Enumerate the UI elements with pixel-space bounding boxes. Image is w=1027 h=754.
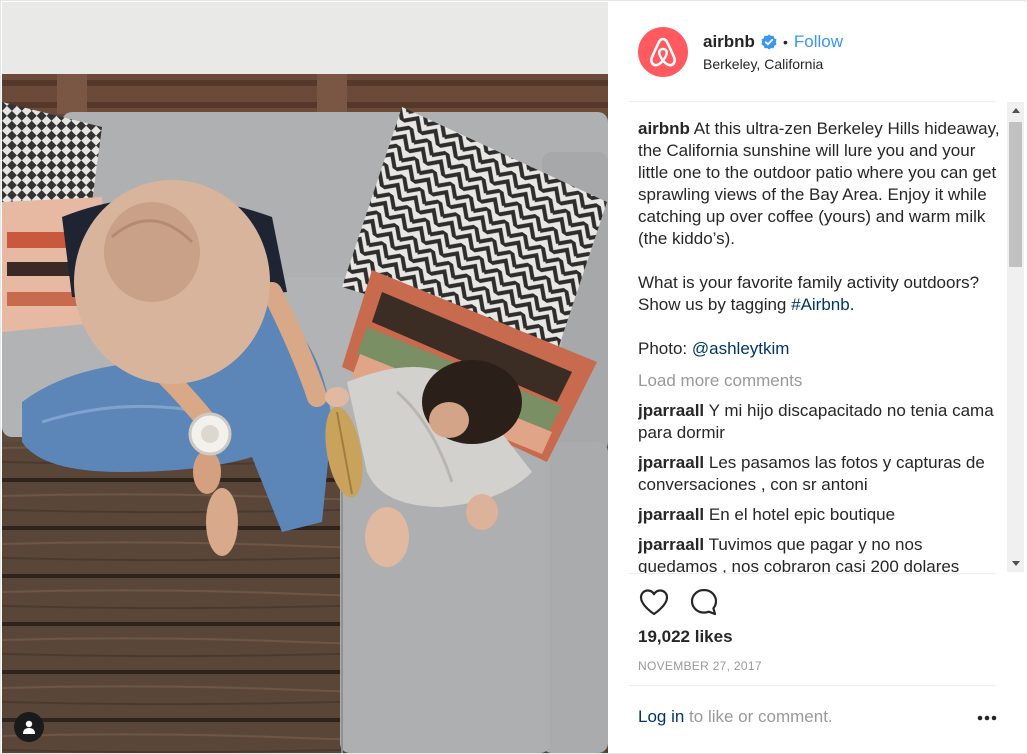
- comment-item: jparraall Les pasamos las fotos y captur…: [638, 452, 1000, 496]
- comments-list[interactable]: airbnb At this ultra-zen Berkeley Hills …: [638, 118, 1000, 574]
- follow-button[interactable]: Follow: [794, 32, 843, 52]
- photo-credit-link[interactable]: @ashleytkim: [692, 339, 790, 358]
- post-modal: airbnb • Follow Berkeley, California air…: [0, 0, 1027, 754]
- comment-username[interactable]: jparraall: [638, 453, 704, 472]
- post-photo[interactable]: [2, 2, 608, 753]
- comment-username[interactable]: jparraall: [638, 535, 704, 554]
- actions-divider: [628, 573, 995, 574]
- scrollbar-thumb[interactable]: [1009, 122, 1022, 267]
- comment-item: jparraall En el hotel epic boutique: [638, 504, 1000, 526]
- header-divider: [628, 101, 995, 102]
- load-more-comments-button[interactable]: Load more comments: [638, 370, 1000, 392]
- header-username[interactable]: airbnb: [703, 32, 755, 52]
- comment-username[interactable]: jparraall: [638, 505, 704, 524]
- comment-item: jparraall Tuvimos que pagar y no nos que…: [638, 534, 1000, 574]
- caption-period: .: [849, 295, 855, 314]
- post-location[interactable]: Berkeley, California: [703, 56, 823, 72]
- caption-text: At this ultra-zen Berkeley Hills hideawa…: [638, 119, 1000, 248]
- post-details-panel: airbnb • Follow Berkeley, California air…: [608, 2, 1027, 753]
- user-tag-icon[interactable]: [14, 712, 44, 742]
- photo-credit-label: Photo:: [638, 339, 692, 358]
- verified-badge-icon: [761, 34, 777, 50]
- airbnb-logo-icon[interactable]: [638, 27, 688, 77]
- photo-illustration: [2, 2, 608, 753]
- heart-icon[interactable]: [638, 586, 670, 618]
- caption-username[interactable]: airbnb: [638, 119, 690, 138]
- likes-count[interactable]: 19,022 likes: [638, 627, 733, 647]
- comment-bubble-icon[interactable]: [688, 586, 720, 618]
- more-options-icon[interactable]: [974, 708, 1000, 728]
- comment-item: jparraall Y mi hijo discapacitado no ten…: [638, 400, 1000, 444]
- login-prompt-text: to like or comment.: [684, 707, 833, 726]
- header-user-line: airbnb • Follow: [703, 31, 843, 53]
- post-actions: [638, 586, 738, 618]
- hashtag-link[interactable]: #Airbnb: [791, 295, 850, 314]
- footer-divider: [628, 685, 995, 686]
- comment-text: En el hotel epic boutique: [708, 505, 896, 524]
- post-date: NOVEMBER 27, 2017: [638, 659, 762, 673]
- scroll-down-arrow-icon[interactable]: [1007, 555, 1024, 572]
- post-header: airbnb • Follow Berkeley, California: [608, 2, 1027, 101]
- post-caption: airbnb At this ultra-zen Berkeley Hills …: [638, 118, 1000, 360]
- scroll-up-arrow-icon[interactable]: [1007, 102, 1024, 119]
- comments-scrollbar[interactable]: [1007, 102, 1024, 572]
- comment-username[interactable]: jparraall: [638, 401, 704, 420]
- separator-dot: •: [782, 34, 788, 50]
- login-link[interactable]: Log in: [638, 707, 684, 726]
- login-prompt: Log in to like or comment.: [638, 707, 833, 727]
